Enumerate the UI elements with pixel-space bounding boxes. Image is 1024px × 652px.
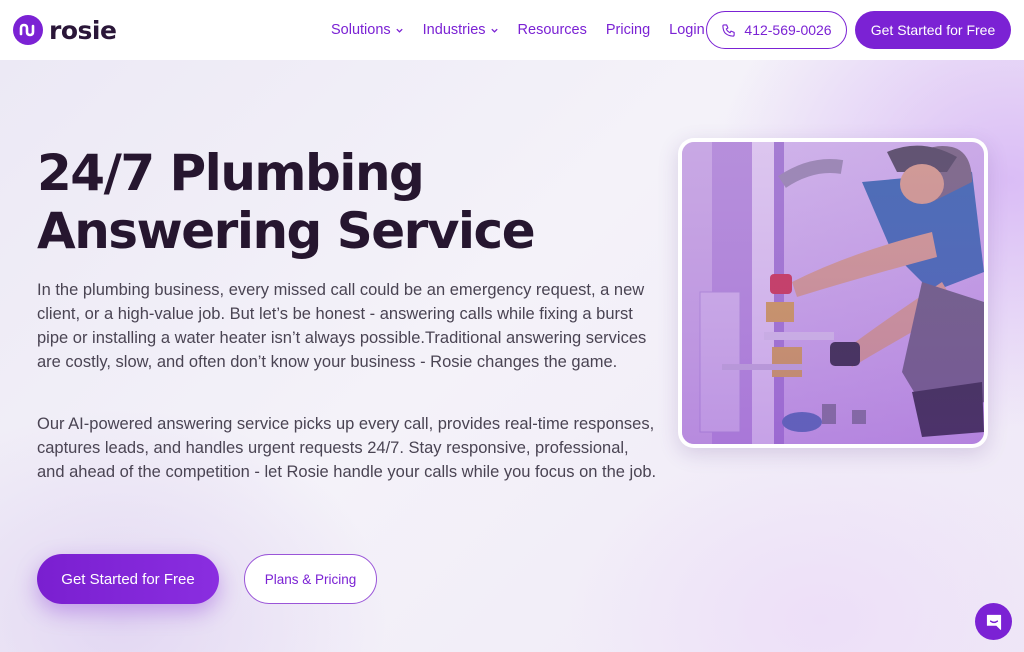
title-line-2: Answering Service (37, 202, 536, 260)
plumber-photo-icon (682, 142, 984, 444)
nav-pricing-label: Pricing (605, 22, 651, 38)
nav-login-label: Login (669, 22, 705, 38)
intro-paragraph: In the plumbing business, every missed c… (37, 281, 647, 371)
logo-text: rosie (49, 15, 117, 45)
phone-button[interactable]: 412-569-0026 (706, 11, 847, 49)
phone-icon (722, 23, 736, 37)
nav-resources-label: Resources (517, 22, 587, 38)
hero-image-frame (678, 138, 988, 448)
phone-number: 412-569-0026 (744, 22, 832, 38)
nav-pricing[interactable]: Pricing (606, 22, 650, 38)
service-paragraph: Our AI-powered answering service picks u… (37, 415, 657, 481)
rosie-logo-icon (13, 15, 43, 45)
title-line-1: 24/7 Plumbing (37, 144, 425, 202)
nav-solutions-label: Solutions (331, 22, 391, 38)
chevron-down-icon (396, 28, 403, 33)
plans-pricing-button[interactable]: Plans & Pricing (244, 554, 377, 604)
nav-resources[interactable]: Resources (518, 22, 587, 38)
nav-industries[interactable]: Industries (423, 22, 499, 38)
get-started-header-button[interactable]: Get Started for Free (855, 11, 1011, 49)
logo[interactable]: rosie (13, 14, 117, 46)
chat-icon (986, 614, 1001, 630)
nav-industries-label: Industries (422, 22, 486, 38)
nav-login[interactable]: Login (669, 22, 704, 38)
chat-button[interactable] (975, 603, 1012, 640)
site-header: rosie Solutions Industries Resources Pri… (0, 0, 1024, 60)
chevron-down-icon (490, 28, 498, 33)
nav-solutions[interactable]: Solutions (331, 22, 404, 38)
hero-section: 24/7 Plumbing Answering Service In the p… (0, 60, 1024, 652)
main-nav: Solutions Industries Resources Pricing L… (331, 0, 724, 60)
get-started-button[interactable]: Get Started for Free (37, 554, 219, 604)
page-title: 24/7 Plumbing Answering Service (37, 144, 637, 260)
